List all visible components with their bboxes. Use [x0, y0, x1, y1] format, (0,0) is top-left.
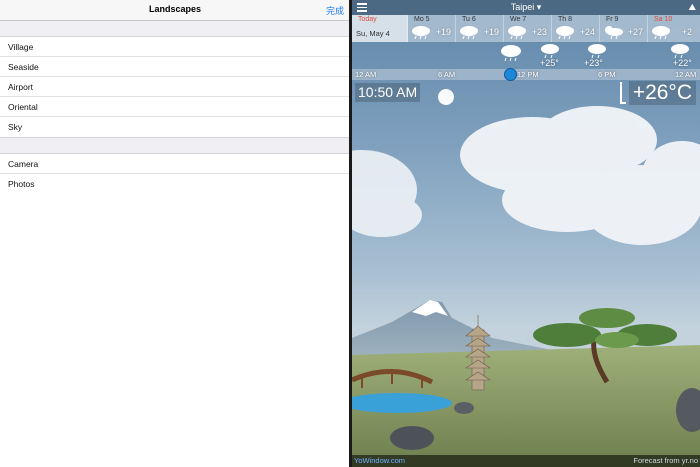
day-temp: +19 — [483, 27, 499, 37]
current-temperature[interactable]: +26°C — [628, 81, 696, 105]
daily-forecast-strip: Today Su, May 4 Mo 5 +19 Tu 6 +19 We 7 +… — [352, 15, 700, 42]
forecast-day[interactable]: We 7 +23 — [504, 15, 552, 42]
time-slider-track[interactable]: 12 AM 6 AM 12 PM 6 PM 12 AM — [352, 69, 700, 80]
day-date: Su, May 4 — [356, 29, 390, 38]
timeline-label: 6 AM — [438, 70, 456, 79]
list-item-village[interactable]: Village — [0, 37, 350, 57]
sun-shape — [438, 89, 454, 105]
navigation-bar: Landscapes 完成 — [0, 0, 350, 21]
done-button[interactable]: 完成 — [326, 4, 344, 17]
rain-cloud-icon — [508, 26, 526, 40]
cloud-left — [352, 150, 422, 237]
weather-app: Taipei ▾ ⛰ Today Su, May 4 Mo 5 +19 Tu 6… — [352, 0, 700, 467]
timeline-label: 12 AM — [355, 70, 377, 79]
current-time: 10:50 AM — [355, 83, 421, 102]
temperature-bracket — [620, 82, 626, 104]
hourly-temp: +23° — [584, 58, 603, 68]
day-name: Mo 5 — [414, 16, 430, 23]
day-temp: +27 — [627, 27, 643, 37]
rock — [454, 402, 474, 414]
day-temp: +19 — [435, 27, 451, 37]
day-name: Sa 10 — [654, 16, 673, 23]
day-temp: +24 — [579, 27, 595, 37]
list-item-sky[interactable]: Sky — [0, 117, 350, 137]
forecast-day-today[interactable]: Today Su, May 4 — [352, 15, 408, 42]
chevron-down-icon: ▾ — [536, 2, 542, 12]
forecast-day[interactable]: Fr 9 +27 — [600, 15, 648, 42]
landscapes-settings-panel: Landscapes 完成 Village Seaside Airport Or… — [0, 0, 350, 467]
page-title: Landscapes — [148, 4, 202, 14]
sun-cloud-rain-icon — [605, 26, 623, 40]
timeline-label: 12 AM — [675, 70, 697, 79]
top-bar: Taipei ▾ ⛰ — [352, 0, 700, 15]
city-name: Taipei — [510, 2, 535, 12]
rain-cloud-icon — [556, 26, 574, 40]
city-selector[interactable]: Taipei ▾ — [352, 2, 700, 13]
hourly-temp: +22° — [673, 58, 692, 68]
rain-cloud-icon — [501, 45, 521, 62]
hourly-forecast: +25° +23° +22° — [352, 42, 700, 70]
forecast-day[interactable]: Mo 5 +19 — [408, 15, 456, 42]
rain-cloud-icon — [652, 26, 670, 40]
forecast-source-link[interactable]: Forecast from yr.no — [633, 456, 698, 465]
cloud-right — [460, 106, 700, 245]
yowindow-link[interactable]: YoWindow.com — [354, 456, 405, 465]
rock — [390, 426, 434, 450]
day-name: Th 8 — [558, 16, 573, 23]
day-temp: +2 — [681, 27, 692, 37]
forecast-day[interactable]: Tu 6 +19 — [456, 15, 504, 42]
list-item-airport[interactable]: Airport — [0, 77, 350, 97]
timeline-label: 6 PM — [598, 70, 616, 79]
empty-area — [0, 193, 350, 467]
rain-cloud-icon — [412, 26, 430, 40]
day-temp: +23 — [531, 27, 547, 37]
list-item-oriental[interactable]: Oriental — [0, 97, 350, 117]
day-name: Today — [358, 16, 377, 23]
day-name: Fr 9 — [606, 16, 619, 23]
photo-source-list: Camera Photos — [0, 153, 350, 195]
day-name: Tu 6 — [462, 16, 476, 23]
time-slider-handle[interactable] — [504, 68, 517, 81]
day-name: We 7 — [510, 16, 527, 23]
list-item-photos[interactable]: Photos — [0, 174, 350, 194]
landscape-switch-icon[interactable]: ⛰ — [688, 2, 696, 13]
list-item-camera[interactable]: Camera — [0, 154, 350, 174]
hourly-temp: +25° — [540, 58, 559, 68]
list-item-seaside[interactable]: Seaside — [0, 57, 350, 77]
forecast-day[interactable]: Sa 10 +2 — [648, 15, 696, 42]
landscape-list: Village Seaside Airport Oriental Sky — [0, 36, 350, 138]
timeline-label: 12 PM — [517, 70, 539, 79]
forecast-day[interactable]: Th 8 +24 — [552, 15, 600, 42]
rain-cloud-icon — [460, 26, 478, 40]
